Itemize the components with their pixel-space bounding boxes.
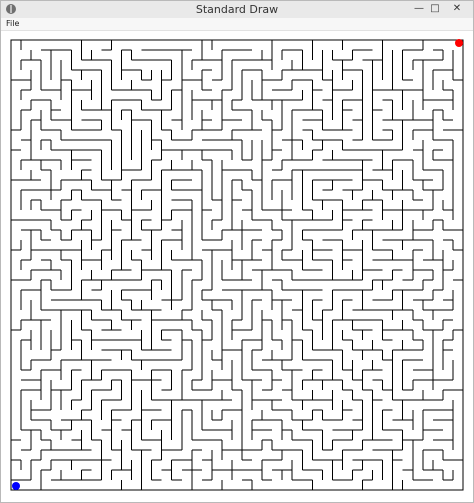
drawing-canvas <box>1 31 473 502</box>
goal-dot-icon <box>455 39 463 47</box>
minimize-icon: — <box>414 3 424 14</box>
menu-file[interactable]: File <box>6 18 19 30</box>
minimize-button[interactable]: — <box>411 1 427 16</box>
maze-walls <box>11 40 463 490</box>
standard-draw-window: Standard Draw — □ ✕ File <box>0 0 474 503</box>
start-dot-icon <box>12 482 20 490</box>
menu-bar: File <box>1 18 473 31</box>
maximize-icon: □ <box>430 3 440 14</box>
maximize-button[interactable]: □ <box>427 1 443 16</box>
maze-border <box>10 39 464 491</box>
close-button[interactable]: ✕ <box>443 1 471 16</box>
maze-svg <box>10 39 464 491</box>
close-icon: ✕ <box>452 3 462 14</box>
title-bar[interactable]: Standard Draw — □ ✕ <box>1 1 473 19</box>
window-title: Standard Draw <box>195 3 279 16</box>
